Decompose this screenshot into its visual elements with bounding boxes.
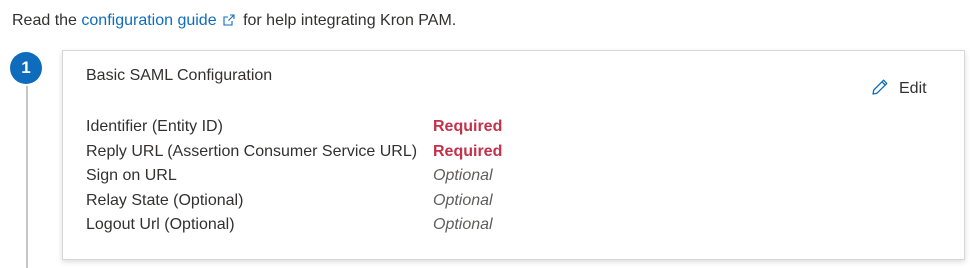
step-number-badge: 1 bbox=[10, 52, 42, 84]
field-status-optional: Optional bbox=[433, 216, 493, 233]
field-status-optional: Optional bbox=[433, 167, 493, 184]
field-label: Logout Url (Optional) bbox=[86, 216, 235, 233]
edit-label[interactable]: Edit bbox=[899, 80, 927, 97]
field-status-optional: Optional bbox=[433, 191, 493, 209]
field-label: Relay State (Optional) bbox=[86, 191, 244, 209]
field-status-required: Required bbox=[433, 142, 503, 160]
card-title: Basic SAML Configuration bbox=[86, 67, 273, 84]
field-label: Reply URL (Assertion Consumer Service UR… bbox=[86, 142, 418, 160]
configuration-guide-link[interactable]: configuration guide bbox=[81, 12, 238, 29]
edit-button[interactable]: Edit bbox=[871, 78, 927, 100]
pencil-icon bbox=[872, 79, 888, 95]
field-label: Sign on URL bbox=[86, 167, 177, 184]
field-status-required: Required bbox=[433, 118, 503, 135]
basic-saml-configuration-card: Basic SAML Configuration Edit Identifier… bbox=[62, 50, 965, 260]
intro-prefix: Read the bbox=[12, 12, 77, 29]
intro-text: Read the configuration guide for help in… bbox=[12, 10, 456, 32]
configuration-guide-link-label[interactable]: configuration guide bbox=[81, 12, 216, 29]
step-connector-line bbox=[26, 62, 28, 268]
external-link-icon bbox=[223, 14, 235, 26]
intro-suffix: for help integrating Kron PAM. bbox=[243, 12, 457, 29]
saml-setup-section: Read the configuration guide for help in… bbox=[0, 0, 980, 268]
field-label: Identifier (Entity ID) bbox=[86, 118, 223, 135]
